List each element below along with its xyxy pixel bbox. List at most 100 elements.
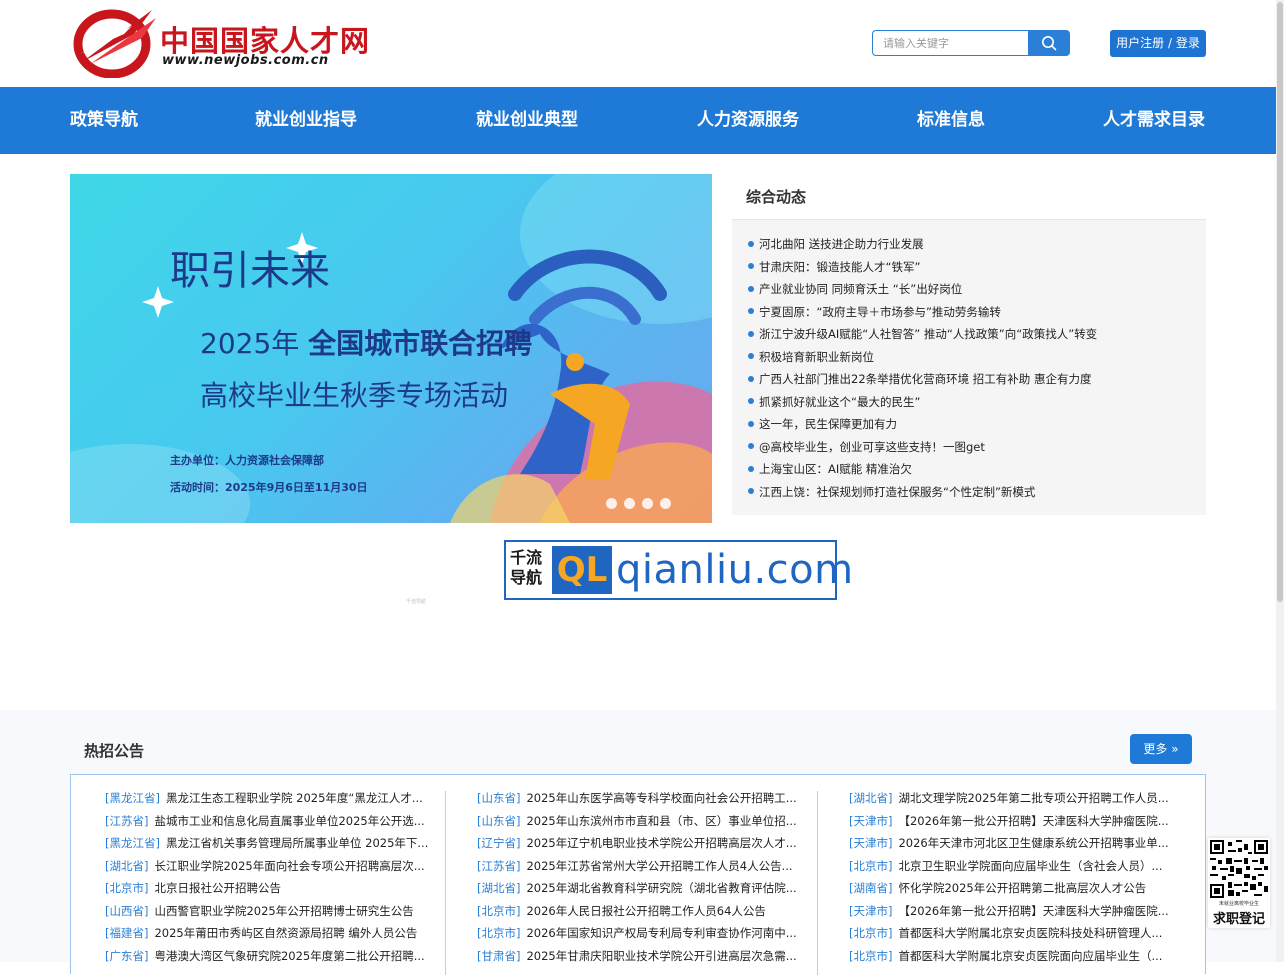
announcement-title: 【2026年第一批公开招聘】天津医科大学肿瘤医院... xyxy=(898,813,1169,828)
list-item[interactable]: [北京市] 2026年人民日报社公开招聘工作人员64人公告 xyxy=(477,901,807,921)
list-item[interactable]: [黑龙江省] 黑龙江生态工程职业学院 2025年度“黑龙江人才... xyxy=(105,788,435,808)
hero-banner[interactable]: 职引未来 2025年 全国城市联合招聘 高校毕业生秋季专场活动 主办单位：人力资… xyxy=(70,174,712,523)
province-tag: [北京市] xyxy=(105,881,149,895)
province-tag: [北京市] xyxy=(849,926,893,940)
announcement-title: 怀化学院2025年公开招聘第二批高层次人才公告 xyxy=(898,881,1147,895)
hot-announcements-section: 热招公告 更多 » [黑龙江省] 黑龙江生态工程职业学院 2025年度“黑龙江人才… xyxy=(0,710,1276,975)
province-tag: [湖北省] xyxy=(849,791,893,805)
list-item[interactable]: [湖北省] 湖北文理学院2025年第二批专项公开招聘工作人员... xyxy=(849,788,1179,808)
page-scrollbar-thumb[interactable] xyxy=(1277,2,1283,602)
qr-caption-small: 未就业离校毕业生 xyxy=(1218,901,1259,907)
nav-item-employment-cases[interactable]: 就业创业典型 xyxy=(476,87,578,154)
nav-item-hr-services[interactable]: 人力资源服务 xyxy=(697,87,799,154)
province-tag: [福建省] xyxy=(105,926,149,940)
list-item[interactable]: [湖南省] 怀化学院2025年公开招聘第二批高层次人才公告 xyxy=(849,878,1179,898)
news-item[interactable]: @高校毕业生，创业可享这些支持！一图get xyxy=(748,437,1198,457)
list-item[interactable]: [黑龙江省] 黑龙江省机关事务管理局所属事业单位 2025年下... xyxy=(105,833,435,853)
news-item[interactable]: 广西人社部门推出22条举措优化营商环境 招工有补助 惠企有力度 xyxy=(748,369,1198,389)
qianliu-ad-banner[interactable]: 千流 导航 QL qianliu.com xyxy=(504,540,853,600)
list-item[interactable]: [福建省] 2025年莆田市秀屿区自然资源局招聘 编外人员公告 xyxy=(105,923,435,943)
province-tag: [北京市] xyxy=(477,903,521,918)
announcement-title: 黑龙江生态工程职业学院 2025年度“黑龙江人才... xyxy=(165,791,423,805)
qr-code-icon xyxy=(1210,840,1268,898)
banner-dot-1[interactable] xyxy=(606,498,617,509)
banner-title-sub: 高校毕业生秋季专场活动 xyxy=(200,379,509,412)
news-item[interactable]: 产业就业协同 同频育沃土 “长”出好岗位 xyxy=(748,279,1198,299)
announcement-title: 盐城市工业和信息化局直属事业单位2025年公开选... xyxy=(154,813,425,828)
news-item[interactable]: 上海宝山区：AI赋能 精准治欠 xyxy=(748,459,1198,479)
announcement-title: 【2026年第一批公开招聘】天津医科大学肿瘤医院... xyxy=(898,903,1169,918)
search-input[interactable] xyxy=(872,30,1028,56)
province-tag: [黑龙江省] xyxy=(105,836,160,850)
province-tag: [北京市] xyxy=(849,858,893,873)
province-tag: [江苏省] xyxy=(105,813,149,828)
announcement-title: 2025年湖北省教育科学研究院（湖北省教育评估院... xyxy=(526,881,797,895)
list-item[interactable]: [江苏省] 2025年江苏省常州大学公开招聘工作人员4人公告... xyxy=(477,856,807,876)
province-tag: [湖南省] xyxy=(849,881,893,895)
banner-dot-3[interactable] xyxy=(642,498,653,509)
job-registration-qr[interactable]: 未就业离校毕业生 求职登记 xyxy=(1208,838,1270,928)
announcement-title: 山西警官职业学院2025年公开招聘博士研究生公告 xyxy=(154,903,414,918)
list-item[interactable]: [北京市] 北京日报社公开招聘公告 xyxy=(105,878,435,898)
list-item[interactable]: [北京市] 首都医科大学附属北京安贞医院科技处科研管理人... xyxy=(849,923,1179,943)
banner-title-main: 职引未来 xyxy=(170,248,330,294)
more-button[interactable]: 更多 » xyxy=(1130,734,1192,764)
province-tag: [北京市] xyxy=(849,948,893,963)
news-item[interactable]: 积极培育新职业新岗位 xyxy=(748,347,1198,367)
announcement-title: 湖北文理学院2025年第二批专项公开招聘工作人员... xyxy=(898,791,1169,805)
list-item[interactable]: [天津市] 2026年天津市河北区卫生健康系统公开招聘事业单... xyxy=(849,833,1179,853)
province-tag: [湖北省] xyxy=(105,858,149,873)
news-item[interactable]: 河北曲阳 送技进企助力行业发展 xyxy=(748,234,1198,254)
site-logo[interactable]: 中国国家人才网 www.newjobs.com.cn xyxy=(72,4,382,78)
province-tag: [山东省] xyxy=(477,791,521,805)
province-tag: [北京市] xyxy=(477,926,521,940)
news-item[interactable]: 浙江宁波升级AI赋能“人社智答” 推动“人找政策”向“政策找人”转变 xyxy=(748,324,1198,344)
list-item[interactable]: [辽宁省] 2025年辽宁机电职业技术学院公开招聘高层次人才... xyxy=(477,833,807,853)
province-tag: [天津市] xyxy=(849,813,893,828)
announcement-title: 首都医科大学附属北京安贞医院面向应届毕业生（... xyxy=(898,948,1163,963)
announcement-title: 粤港澳大湾区气象研究院2025年度第二批公开招聘... xyxy=(154,948,425,963)
list-item[interactable]: [广东省] 粤港澳大湾区气象研究院2025年度第二批公开招聘... xyxy=(105,946,435,966)
banner-title-event-name: 全国城市联合招聘 xyxy=(308,327,533,360)
province-tag: [天津市] xyxy=(849,836,893,850)
news-item[interactable]: 这一年，民生保障更加有力 xyxy=(748,414,1198,434)
news-panel-title: 综合动态 xyxy=(746,188,807,206)
list-item[interactable]: [北京市] 首都医科大学附属北京安贞医院面向应届毕业生（... xyxy=(849,946,1179,966)
nav-item-standards[interactable]: 标准信息 xyxy=(917,87,985,154)
ad-chinese-line-2: 导航 xyxy=(510,568,543,587)
news-item[interactable]: 宁夏固原：“政府主导＋市场参与”推动劳务输转 xyxy=(748,302,1198,322)
list-item[interactable]: [天津市] 【2026年第一批公开招聘】天津医科大学肿瘤医院... xyxy=(849,901,1179,921)
ad-chinese-line-1: 千流 xyxy=(510,548,543,567)
province-tag: [江苏省] xyxy=(477,858,521,873)
main-nav: 政策导航 就业创业指导 就业创业典型 人力资源服务 标准信息 人才需求目录 xyxy=(0,87,1276,154)
list-item[interactable]: [江苏省] 盐城市工业和信息化局直属事业单位2025年公开选... xyxy=(105,811,435,831)
list-item[interactable]: [湖北省] 长江职业学院2025年面向社会专项公开招聘高层次... xyxy=(105,856,435,876)
list-item[interactable]: [天津市] 【2026年第一批公开招聘】天津医科大学肿瘤医院... xyxy=(849,811,1179,831)
list-item[interactable]: [北京市] 北京卫生职业学院面向应届毕业生（含社会人员）... xyxy=(849,856,1179,876)
list-item[interactable]: [甘肃省] 2025年甘肃庆阳职业技术学院公开引进高层次急需... xyxy=(477,946,807,966)
banner-organizer: 主办单位：人力资源社会保障部 xyxy=(170,454,324,467)
announcement-title: 北京卫生职业学院面向应届毕业生（含社会人员）... xyxy=(898,858,1163,873)
site-header: 中国国家人才网 www.newjobs.com.cn 用户注册 / 登录 xyxy=(0,0,1276,87)
nav-item-policy[interactable]: 政策导航 xyxy=(70,87,138,154)
list-item[interactable]: [山东省] 2025年山东滨州市市直和县（市、区）事业单位招... xyxy=(477,811,807,831)
news-item[interactable]: 甘肃庆阳：锻造技能人才“铁军” xyxy=(748,257,1198,277)
nav-item-talent-demand[interactable]: 人才需求目录 xyxy=(1103,87,1205,154)
province-tag: [山东省] xyxy=(477,813,521,828)
list-item[interactable]: [山东省] 2025年山东医学高等专科学校面向社会公开招聘工... xyxy=(477,788,807,808)
search-button[interactable] xyxy=(1028,30,1070,56)
register-login-button[interactable]: 用户注册 / 登录 xyxy=(1110,30,1206,57)
qr-caption-label: 求职登记 xyxy=(1212,912,1265,927)
nav-item-employment-guidance[interactable]: 就业创业指导 xyxy=(255,87,357,154)
banner-dot-4[interactable] xyxy=(660,498,671,509)
banner-dot-2[interactable] xyxy=(624,498,635,509)
province-tag: [广东省] xyxy=(105,948,149,963)
province-tag: [甘肃省] xyxy=(477,948,521,963)
logo-emblem-icon xyxy=(73,9,156,78)
news-item[interactable]: 江西上饶：社保规划师打造社保服务“个性定制”新模式 xyxy=(748,482,1198,502)
list-item[interactable]: [山西省] 山西警官职业学院2025年公开招聘博士研究生公告 xyxy=(105,901,435,921)
list-item[interactable]: [湖北省] 2025年湖北省教育科学研究院（湖北省教育评估院... xyxy=(477,878,807,898)
list-item[interactable]: [北京市] 2026年国家知识产权局专利局专利审查协作河南中... xyxy=(477,923,807,943)
announcement-title: 2025年山东医学高等专科学校面向社会公开招聘工... xyxy=(526,791,797,805)
news-item[interactable]: 抓紧抓好就业这个“最大的民生” xyxy=(748,392,1198,412)
